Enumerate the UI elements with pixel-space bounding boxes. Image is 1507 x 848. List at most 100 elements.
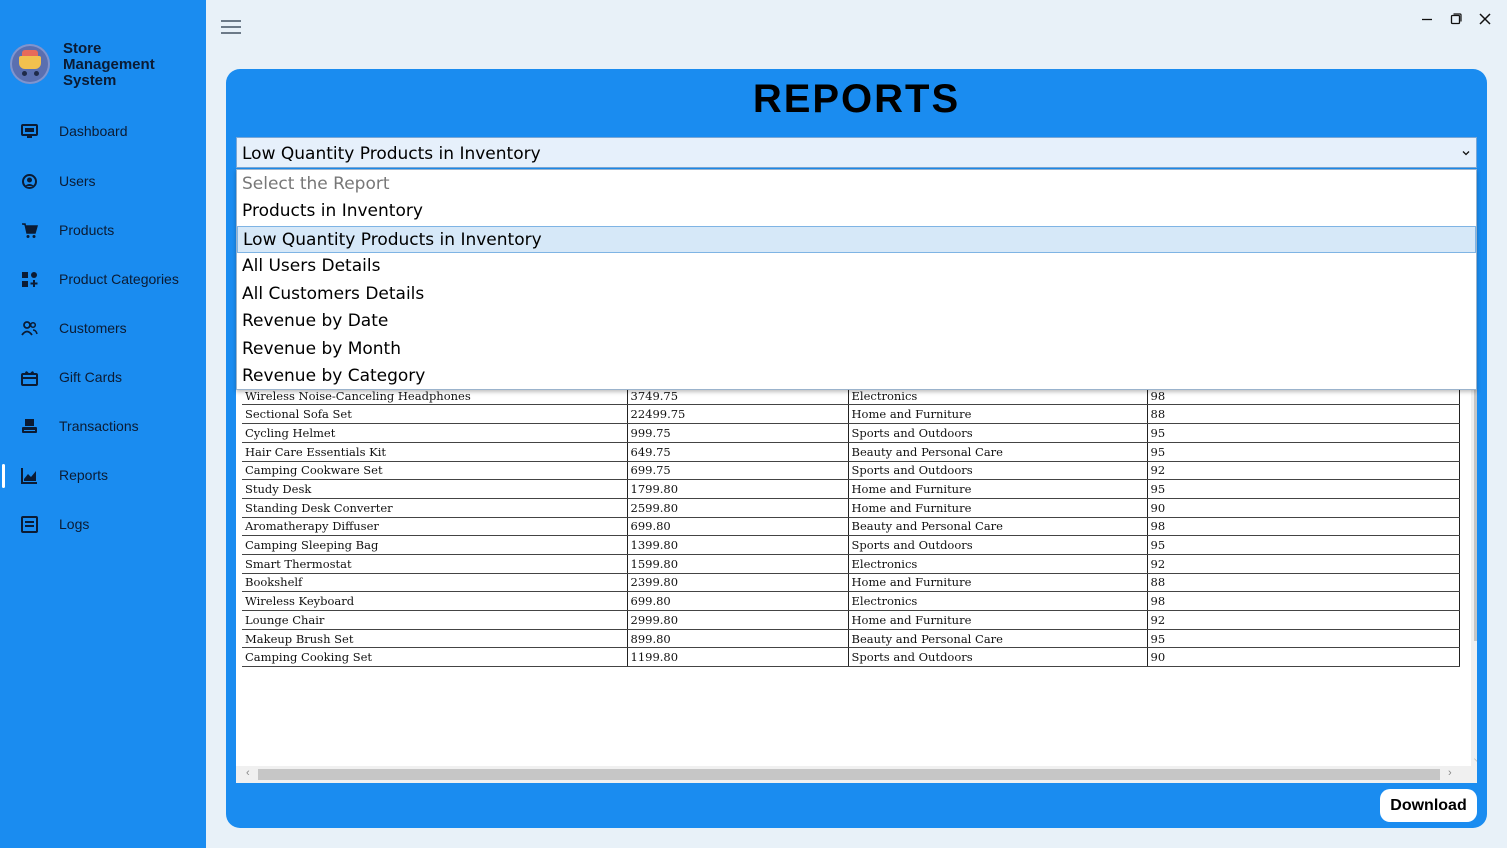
- dropdown-option[interactable]: Revenue by Category: [237, 363, 1476, 390]
- table-cell: 95: [1147, 629, 1460, 649]
- table-row: Standing Desk Converter 2599.80 Home and F…: [242, 498, 1460, 518]
- table-cell: 699.75: [627, 461, 849, 481]
- table-cell: 92: [1147, 610, 1460, 630]
- dropdown-option-selected[interactable]: Low Quantity Products in Inventory: [237, 226, 1476, 253]
- download-button[interactable]: Download: [1380, 789, 1477, 822]
- sidebar-item-label: Customers: [59, 320, 127, 336]
- table-cell: Home and Furniture: [848, 573, 1148, 593]
- chevron-down-icon: [1460, 146, 1472, 158]
- table-cell: 649.75: [627, 442, 849, 462]
- table-cell: 95: [1147, 442, 1460, 462]
- dropdown-option[interactable]: Revenue by Date: [237, 308, 1476, 335]
- table-cell: Home and Furniture: [848, 498, 1148, 518]
- dropdown-option[interactable]: Revenue by Month: [237, 336, 1476, 363]
- table-cell: Study Desk: [242, 479, 628, 499]
- table-cell: 1599.80: [627, 554, 849, 574]
- table-cell: 2599.80: [627, 498, 849, 518]
- sidebar-item-label: Transactions: [59, 418, 139, 434]
- sidebar: Store Management System Dashboard Users …: [0, 0, 206, 848]
- sidebar-item-product-categories[interactable]: Product Categories: [0, 258, 206, 300]
- dropdown-option[interactable]: All Customers Details: [237, 281, 1476, 308]
- sidebar-item-customers[interactable]: Customers: [0, 307, 206, 349]
- table-cell: Sectional Sofa Set: [242, 404, 628, 425]
- sidebar-item-users[interactable]: Users: [0, 160, 206, 202]
- table-cell: Sports and Outdoors: [848, 647, 1148, 668]
- dropdown-option[interactable]: Select the Report: [237, 171, 1476, 198]
- horizontal-scrollbar[interactable]: ‹ ›: [236, 766, 1477, 783]
- close-icon[interactable]: [1477, 11, 1493, 27]
- table-cell: Electronics: [848, 554, 1148, 574]
- report-select[interactable]: Low Quantity Products in Inventory: [236, 137, 1477, 168]
- sidebar-item-label: Product Categories: [59, 271, 179, 287]
- table-cell: 88: [1147, 404, 1460, 425]
- table-cell: Home and Furniture: [848, 479, 1148, 499]
- sidebar-item-logs[interactable]: Logs: [0, 503, 206, 545]
- chart-icon: [20, 466, 39, 485]
- table-cell: Hair Care Essentials Kit: [242, 442, 628, 462]
- scroll-left-icon[interactable]: ‹: [246, 767, 250, 779]
- sidebar-item-dashboard[interactable]: Dashboard: [0, 110, 206, 152]
- scroll-right-icon[interactable]: ›: [1448, 767, 1452, 779]
- gift-card-icon: [20, 368, 39, 387]
- scrollbar-thumb[interactable]: [258, 769, 1440, 780]
- sidebar-item-reports[interactable]: Reports: [0, 454, 206, 496]
- table-cell: 90: [1147, 647, 1460, 668]
- scroll-down-icon[interactable]: ⌵: [1474, 754, 1477, 765]
- maximize-icon[interactable]: [1448, 11, 1464, 27]
- table-cell: 999.75: [627, 423, 849, 443]
- table-cell: 95: [1147, 535, 1460, 555]
- sidebar-item-label: Products: [59, 222, 115, 238]
- table-cell: Sports and Outdoors: [848, 535, 1148, 555]
- table-cell: 1799.80: [627, 479, 849, 499]
- sidebar-item-label: Users: [59, 173, 96, 189]
- dropdown-option[interactable]: All Users Details: [237, 253, 1476, 280]
- table-cell: Beauty and Personal Care: [848, 629, 1148, 649]
- categories-icon: [20, 270, 39, 289]
- cart-icon: [20, 221, 39, 240]
- table-cell: Electronics: [848, 591, 1148, 611]
- table-cell: Beauty and Personal Care: [848, 442, 1148, 462]
- table-cell: 90: [1147, 498, 1460, 518]
- table-cell: 699.80: [627, 591, 849, 611]
- dashboard-icon: [20, 122, 39, 141]
- dropdown-option[interactable]: Products in Inventory: [237, 198, 1476, 225]
- table-cell: Camping Cooking Set: [242, 647, 628, 668]
- table-row: Aromatherapy Diffuser 699.80 Beauty and Pe…: [242, 517, 1460, 537]
- table-row: Sectional Sofa Set 22499.75 Home and Furni…: [242, 404, 1460, 425]
- table-row: Hair Care Essentials Kit 649.75 Beauty and…: [242, 442, 1460, 462]
- table-cell: Beauty and Personal Care: [848, 517, 1148, 537]
- minimize-icon[interactable]: [1419, 11, 1435, 27]
- table-cell: 22499.75: [627, 404, 849, 425]
- table-row: Cycling Helmet 999.75 Sports and Outdoors 9…: [242, 423, 1460, 443]
- table-cell: Bookshelf: [242, 573, 628, 593]
- sidebar-item-products[interactable]: Products: [0, 209, 206, 251]
- table-cell: 95: [1147, 423, 1460, 443]
- menu-icon[interactable]: [221, 19, 241, 35]
- table-row: Camping Sleeping Bag 1399.80 Sports and Ou…: [242, 535, 1460, 555]
- table-cell: 1199.80: [627, 647, 849, 668]
- table-cell: Lounge Chair: [242, 610, 628, 630]
- table-cell: Sports and Outdoors: [848, 461, 1148, 481]
- sidebar-item-gift-cards[interactable]: Gift Cards: [0, 356, 206, 398]
- table-cell: 2399.80: [627, 573, 849, 593]
- users-icon: [20, 172, 39, 191]
- table-cell: Aromatherapy Diffuser: [242, 517, 628, 537]
- table-cell: Smart Thermostat: [242, 554, 628, 574]
- table-cell: Home and Furniture: [848, 610, 1148, 630]
- sidebar-item-label: Logs: [59, 516, 90, 532]
- table-cell: 899.80: [627, 629, 849, 649]
- sidebar-item-label: Gift Cards: [59, 369, 123, 385]
- sidebar-item-transactions[interactable]: Transactions: [0, 405, 206, 447]
- report-select-dropdown: Select the Report Products in Inventory …: [236, 169, 1477, 390]
- store-logo-icon: [10, 44, 50, 84]
- logs-icon: [20, 515, 39, 534]
- table-cell: Camping Sleeping Bag: [242, 535, 628, 555]
- table-row: Camping Cooking Set 1199.80 Sports and Out…: [242, 647, 1460, 668]
- table-cell: 95: [1147, 479, 1460, 499]
- table-cell: 2999.80: [627, 610, 849, 630]
- page-title: REPORTS: [752, 77, 961, 121]
- table-cell: 98: [1147, 591, 1460, 611]
- table-cell: 88: [1147, 573, 1460, 593]
- table-cell: Standing Desk Converter: [242, 498, 628, 518]
- report-select-value: Low Quantity Products in Inventory: [242, 144, 541, 164]
